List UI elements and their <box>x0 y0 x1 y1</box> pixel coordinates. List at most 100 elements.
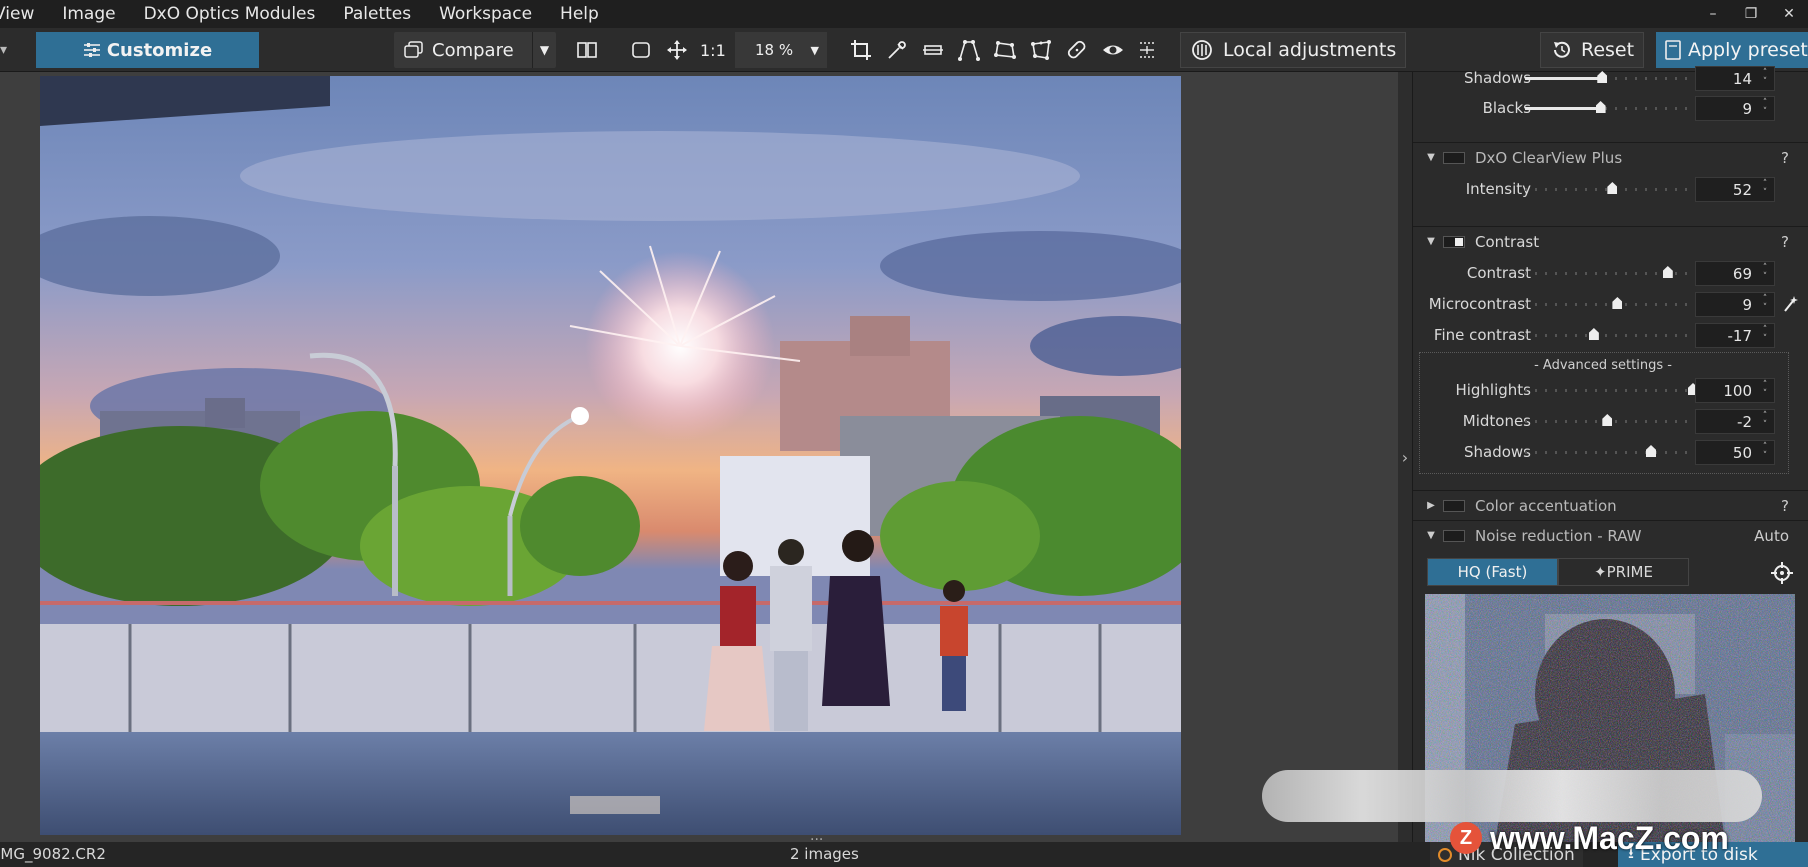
help-icon[interactable]: ? <box>1781 233 1789 251</box>
local-adjustments-icon <box>1192 40 1212 60</box>
noise-reduction-enable-toggle[interactable] <box>1443 529 1465 542</box>
spinner-icon[interactable]: ˄ ˅ <box>1759 326 1771 344</box>
blacks-slider-row: Blacks 9 ˄ ˅ <box>1413 95 1793 123</box>
watermark-logo-icon: Z <box>1450 822 1482 854</box>
watermark-text: www.MacZ.com <box>1490 819 1729 856</box>
one-to-one-button[interactable]: 1:1 <box>700 32 726 68</box>
auto-label[interactable]: Auto <box>1754 527 1789 545</box>
contrast-enable-toggle[interactable] <box>1443 235 1465 248</box>
expand-arrow-icon[interactable]: ▼ <box>1419 236 1443 247</box>
clearview-section-header[interactable]: ▼ DxO ClearView Plus ? <box>1413 142 1808 172</box>
tab-prime[interactable]: ✦PRIME <box>1558 558 1689 586</box>
local-adjustments-button[interactable]: Local adjustments <box>1180 32 1406 68</box>
clearview-enable-toggle[interactable] <box>1443 151 1465 164</box>
crop-icon[interactable] <box>846 34 876 66</box>
preset-icon <box>1665 40 1681 60</box>
shadows-slider[interactable] <box>1525 71 1693 83</box>
microcontrast-label: Microcontrast <box>1428 295 1531 313</box>
expand-arrow-icon[interactable]: ▼ <box>1419 530 1443 541</box>
photo-preview[interactable] <box>40 76 1181 835</box>
target-crosshair-icon[interactable] <box>1771 562 1793 584</box>
advanced-settings-label: - Advanced settings - <box>1534 358 1672 373</box>
intensity-slider[interactable] <box>1525 182 1693 194</box>
menu-palettes[interactable]: Palettes <box>329 0 425 28</box>
microcontrast-slider[interactable] <box>1525 297 1693 309</box>
split-view-icon[interactable] <box>572 34 602 66</box>
move-hand-icon[interactable] <box>662 34 692 66</box>
blacks-slider[interactable] <box>1525 101 1693 113</box>
reset-button[interactable]: Reset <box>1540 32 1644 68</box>
blacks-label: Blacks <box>1482 99 1531 117</box>
help-icon[interactable]: ? <box>1781 497 1789 515</box>
image-viewer[interactable] <box>0 72 1398 842</box>
noise-reduction-mode-tabs: HQ (Fast) ✦PRIME <box>1427 558 1689 586</box>
panel-collapse-chevron-icon[interactable]: › <box>1398 72 1412 842</box>
contrast-label: Contrast <box>1466 264 1531 282</box>
intensity-slider-row: Intensity 52 ˄ ˅ <box>1413 176 1793 204</box>
compare-dropdown-icon[interactable]: ▼ <box>532 32 556 68</box>
perspective-8pt-icon[interactable] <box>1026 34 1056 66</box>
repair-bandage-icon[interactable] <box>1062 34 1092 66</box>
horizon-icon[interactable] <box>918 34 948 66</box>
zoom-dropdown-icon: ▼ <box>810 43 819 57</box>
menu-image[interactable]: Image <box>48 0 129 28</box>
perspective-rect-icon[interactable] <box>990 34 1020 66</box>
fine-contrast-label: Fine contrast <box>1433 326 1531 344</box>
maximize-button[interactable]: ❐ <box>1732 6 1770 22</box>
midtones-label: Midtones <box>1462 412 1531 430</box>
customize-tab[interactable]: Customize <box>36 32 259 68</box>
color-accentuation-enable-toggle[interactable] <box>1443 499 1465 512</box>
contrast-section-header[interactable]: ▼ Contrast ? <box>1413 226 1808 256</box>
adv-shadows-slider-row: Shadows 50 ˄ ˅ <box>1413 439 1793 467</box>
help-icon[interactable]: ? <box>1781 149 1789 167</box>
contrast-title: Contrast <box>1475 232 1540 251</box>
compare-button[interactable]: Compare ▼ <box>394 32 556 68</box>
eyedropper-icon[interactable] <box>882 34 912 66</box>
blurred-overlay <box>1262 770 1762 822</box>
minimize-button[interactable]: – <box>1694 6 1732 22</box>
customize-label: Customize <box>106 39 213 61</box>
image-count-label: 2 images <box>790 845 859 863</box>
tab-hq-fast[interactable]: HQ (Fast) <box>1427 558 1558 586</box>
spinner-icon[interactable]: ˄ ˅ <box>1759 381 1771 399</box>
reset-label: Reset <box>1581 39 1635 61</box>
apply-preset-button[interactable]: Apply preset <box>1656 32 1808 68</box>
spinner-icon[interactable]: ˄ ˅ <box>1759 443 1771 461</box>
grid-overlay-icon[interactable] <box>1132 34 1162 66</box>
expand-arrow-icon[interactable]: ▼ <box>1419 152 1443 163</box>
sliders-icon <box>83 43 100 57</box>
clearview-title: DxO ClearView Plus <box>1475 148 1623 167</box>
fine-contrast-slider[interactable] <box>1525 328 1693 340</box>
collapsed-arrow-icon[interactable]: ▶ <box>1419 500 1443 511</box>
midtones-slider[interactable] <box>1525 414 1693 426</box>
menu-bar: View Image DxO Optics Modules Palettes W… <box>0 0 1808 28</box>
menu-workspace[interactable]: Workspace <box>425 0 546 28</box>
adv-shadows-slider[interactable] <box>1525 445 1693 457</box>
spinner-icon[interactable]: ˄ ˅ <box>1759 412 1771 430</box>
spinner-icon[interactable]: ˄ ˅ <box>1759 264 1771 282</box>
spinner-icon[interactable]: ˄ ˅ <box>1759 180 1771 198</box>
perspective-icon[interactable] <box>954 34 984 66</box>
spinner-icon[interactable]: ˄ ˅ <box>1759 69 1771 87</box>
compare-label: Compare <box>432 39 514 61</box>
reset-history-icon <box>1554 41 1570 58</box>
highlights-slider[interactable] <box>1525 383 1698 395</box>
spinner-icon[interactable]: ˄ ˅ <box>1759 99 1771 117</box>
menu-help[interactable]: Help <box>546 0 613 28</box>
color-accentuation-section-header[interactable]: ▶ Color accentuation ? <box>1413 490 1808 520</box>
close-button[interactable]: ✕ <box>1770 6 1808 22</box>
zoom-select[interactable]: 18 % ▼ <box>735 32 827 68</box>
noise-reduction-title: Noise reduction - RAW <box>1475 526 1642 545</box>
intensity-label: Intensity <box>1465 180 1531 198</box>
menu-view[interactable]: View <box>0 0 48 28</box>
noise-reduction-section-header[interactable]: ▼ Noise reduction - RAW Auto <box>1413 520 1808 550</box>
adv-shadows-label: Shadows <box>1463 443 1531 461</box>
spinner-icon[interactable]: ˄ ˅ <box>1759 295 1771 313</box>
menu-dxo-optics-modules[interactable]: DxO Optics Modules <box>130 0 330 28</box>
contrast-slider[interactable] <box>1525 266 1693 278</box>
auto-wand-icon[interactable] <box>1783 295 1799 313</box>
chevron-down-icon[interactable]: ▾ <box>0 42 7 58</box>
fullscreen-icon[interactable] <box>626 34 656 66</box>
eye-icon[interactable] <box>1098 34 1128 66</box>
local-adjustments-label: Local adjustments <box>1223 39 1397 61</box>
